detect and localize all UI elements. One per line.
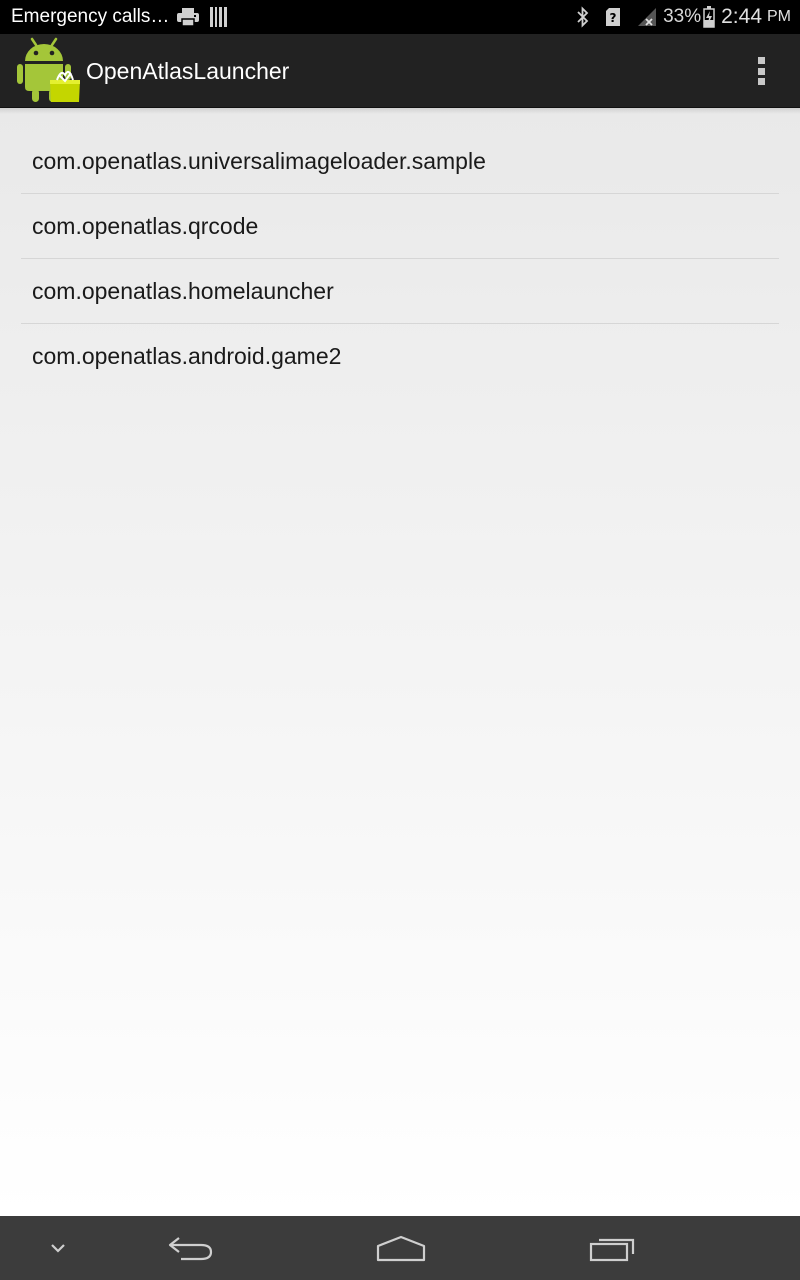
app-list: com.openatlas.universalimageloader.sampl… — [21, 129, 779, 388]
signal-no-service-icon — [637, 7, 657, 27]
overflow-dot — [757, 78, 765, 85]
status-bar[interactable]: Emergency calls… ? 33% 2:44 PM — [0, 0, 800, 34]
svg-text:?: ? — [610, 11, 617, 25]
navigation-bar — [0, 1216, 800, 1280]
home-icon[interactable] — [370, 1216, 432, 1280]
printer-icon — [176, 7, 200, 27]
overflow-dot — [757, 57, 765, 64]
sim-unknown-icon: ? — [605, 7, 621, 27]
list-item[interactable]: com.openatlas.homelauncher — [21, 259, 779, 324]
clock-ampm: PM — [767, 8, 791, 25]
clock-time: 2:44 — [721, 5, 762, 28]
battery-percent: 33% — [663, 6, 702, 27]
overflow-menu-icon[interactable] — [748, 55, 774, 87]
carrier-status-text: Emergency calls… — [11, 6, 170, 27]
back-icon[interactable] — [160, 1216, 222, 1280]
status-right-group: ? 33% 2:44 PM — [576, 0, 791, 34]
bluetooth-icon — [576, 6, 590, 28]
list-item[interactable]: com.openatlas.android.game2 — [21, 324, 779, 388]
list-item[interactable]: com.openatlas.qrcode — [21, 194, 779, 259]
status-left-group: Emergency calls… — [11, 0, 228, 34]
barcode-icon — [210, 7, 228, 27]
android-launcher-icon[interactable] — [17, 37, 81, 103]
action-bar: OpenAtlasLauncher — [0, 34, 800, 108]
hide-keyboard-icon[interactable] — [38, 1216, 78, 1280]
app-title: OpenAtlasLauncher — [86, 58, 290, 84]
overflow-dot — [757, 67, 765, 75]
recents-icon[interactable] — [582, 1216, 644, 1280]
list-item[interactable]: com.openatlas.universalimageloader.sampl… — [21, 129, 779, 194]
battery-charging-icon — [703, 6, 715, 28]
content-area: com.openatlas.universalimageloader.sampl… — [0, 108, 800, 1216]
